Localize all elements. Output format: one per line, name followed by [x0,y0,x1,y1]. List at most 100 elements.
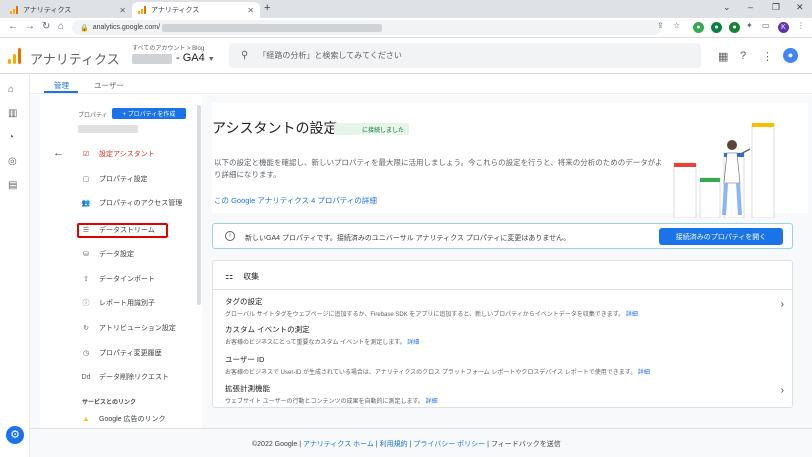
nav-item-label: 設定アシスタント [99,151,155,158]
back-arrow-icon[interactable]: ← [53,147,64,159]
section-heading: サービスとのリンク [82,400,136,406]
nav-item-access-management[interactable]: 👥 プロパティのアクセス管理 [80,196,200,210]
collect-row-user-id[interactable]: ユーザー ID お客様のビジネスで User-ID が生成されている場合は、アナ… [225,354,785,376]
info-icon: i [225,231,235,241]
footer-link-privacy[interactable]: プライバシー ポリシー [413,441,485,448]
account-breadcrumb[interactable]: すべてのアカウント > Blog [132,43,204,52]
open-connected-property-button[interactable]: 接続済みのプロパティを開く [659,228,783,245]
chevron-down-icon: ▼ [207,56,215,63]
nav-item-label: プロパティ設定 [99,176,148,183]
analytics-logo-icon[interactable] [8,48,22,64]
nav-item-property-settings[interactable]: ▢ プロパティ設定 [80,172,200,186]
footer: ©2022 Google | アナリティクス ホーム | 利用規約 | プライバ… [30,428,812,457]
attribution-icon: ↻ [83,325,89,332]
checklist-icon: ☑ [82,151,90,158]
account-avatar-icon[interactable]: ● [783,48,798,63]
home-icon[interactable]: ⌂ [58,21,64,32]
active-tab-indicator [44,91,78,93]
nav-item-data-settings[interactable]: ⛁ データ設定 [80,247,200,261]
page-title: アシスタントの設定 [212,120,338,136]
chevron-right-icon[interactable]: › [781,385,784,396]
tab-admin[interactable]: 管理 [54,80,69,91]
chevron-right-icon[interactable]: › [781,299,784,310]
collect-row-custom-events[interactable]: カスタム イベントの測定 お客様のビジネスにとって重要なカスタム イベントを測定… [225,324,785,346]
nav-item-setup-assistant[interactable]: ☑ 設定アシスタント [80,147,200,161]
analytics-favicon-icon [10,6,18,14]
close-tab-icon[interactable]: ✕ [247,6,254,15]
browser-tabstrip: アナリティクス ✕ アナリティクス ✕ + ⌄ – ❐ ✕ [0,0,812,18]
footer-link-home[interactable]: アナリティクス ホーム [303,441,374,448]
minimize-icon[interactable]: – [748,2,753,12]
close-window-icon[interactable]: ✕ [796,2,804,13]
collect-row-enhanced-measurement[interactable]: 拡張計測機能 ウェブサイト ユーザーの行動とコンテンツの成果を自動的に測定します… [225,383,785,405]
collect-icon: ⚏ [225,271,234,281]
nav-item-change-history[interactable]: ◷ プロパティ変更履歴 [80,346,200,360]
footer-link-terms[interactable]: 利用規約 [380,441,408,448]
nav-item-label: データ削除リクエスト [99,374,169,381]
more-vert-icon[interactable]: ⋮ [762,50,773,63]
property-icon: ▢ [82,176,90,183]
create-property-button[interactable]: + プロパティを作成 [112,108,186,119]
extensions-puzzle-icon[interactable]: ✦ [746,21,753,30]
details-link[interactable]: 詳細 [426,399,438,405]
extension-icon[interactable]: ● [711,22,722,33]
configure-icon[interactable]: ▤ [8,180,17,191]
maximize-icon[interactable]: ❐ [772,2,780,13]
delete-request-icon: Dd [81,373,91,381]
copyright: ©2022 Google [252,441,298,448]
nav-item-attribution-settings[interactable]: ↻ アトリビューション設定 [80,321,200,335]
details-link[interactable]: 詳細 [638,370,650,376]
more-menu-icon[interactable]: ⋮ [797,21,805,30]
forward-icon[interactable]: → [25,21,35,32]
tab-search-icon[interactable]: ⌄ [723,2,731,13]
address-bar[interactable]: 🔒 analytics.google.com/ [72,20,662,35]
reports-icon[interactable]: ▥ [8,108,17,119]
nav-item-data-import[interactable]: ⇧ データインポート [80,272,200,286]
nav-item-reporting-identity[interactable]: ⓘ レポート用識別子 [80,296,200,310]
people-icon: 👥 [81,200,91,207]
tab-users[interactable]: ユーザー [94,80,124,91]
browser-tab[interactable]: アナリティクス ✕ [4,2,132,18]
advertising-icon[interactable]: ◎ [8,156,17,167]
home-icon[interactable]: ⌂ [8,84,14,95]
explore-icon[interactable]: ◔ [8,132,14,143]
reload-icon[interactable]: ↻ [42,21,50,32]
details-link[interactable]: 詳細 [626,312,638,318]
admin-tabs: 管理 ユーザー [30,74,812,94]
divider [213,289,792,290]
new-tab-button[interactable]: + [264,2,270,14]
back-icon[interactable]: ← [8,21,18,32]
app-title: アナリティクス [30,52,120,67]
extension-icon[interactable]: ● [729,22,740,33]
nav-item-label: データ設定 [99,251,134,258]
row-title: ユーザー ID [225,355,265,364]
sidebar-icon[interactable]: ▭ [762,21,770,30]
close-tab-icon[interactable]: ✕ [119,6,126,15]
feedback-link[interactable]: フィードバックを送信 [491,441,561,448]
nav-item-data-deletion[interactable]: Dd データ削除リクエスト [80,370,200,384]
nav-item-google-ads-link[interactable]: ▲ Google 広告のリンク [80,412,200,426]
property-name: - GA4 [176,52,205,64]
apps-grid-icon[interactable]: ▦ [718,50,728,63]
details-link[interactable]: 詳細 [407,340,419,346]
profile-avatar[interactable]: K [778,22,789,33]
bookmark-star-icon[interactable]: ☆ [673,21,680,30]
redacted-property [78,125,138,133]
left-rail: ⌂ ▥ ◔ ◎ ▤ ⚙ [0,74,30,457]
search-input[interactable]: ⚲ 「経路の分析」と検索してみてください [229,43,701,68]
collect-row-tag-setup[interactable]: タグの設定 グローバル サイトタグをウェブページに追加するか、Firebase … [225,296,785,318]
browser-tab-active[interactable]: アナリティクス ✕ [132,2,260,18]
collection-header: ⚏ 収集 [225,271,259,282]
history-icon: ◷ [82,350,90,357]
property-column-label: プロパティ [78,113,108,119]
help-icon[interactable]: ? [740,50,746,62]
extension-icon[interactable]: ● [693,22,704,33]
highlight-annotation [77,223,168,238]
learn-more-link[interactable]: この Google アナリティクス 4 プロパティの詳細 [214,195,377,206]
share-icon[interactable]: ⇪ [657,21,664,30]
collection-title: 収集 [243,272,260,281]
nav-item-label: Google 広告のリンク [99,416,166,423]
property-selector[interactable]: - GA4 ▼ [176,52,215,64]
admin-gear-icon[interactable]: ⚙ [6,426,24,444]
row-description: グローバル サイトタグをウェブページに追加するか、Firebase SDK をア… [225,312,638,318]
